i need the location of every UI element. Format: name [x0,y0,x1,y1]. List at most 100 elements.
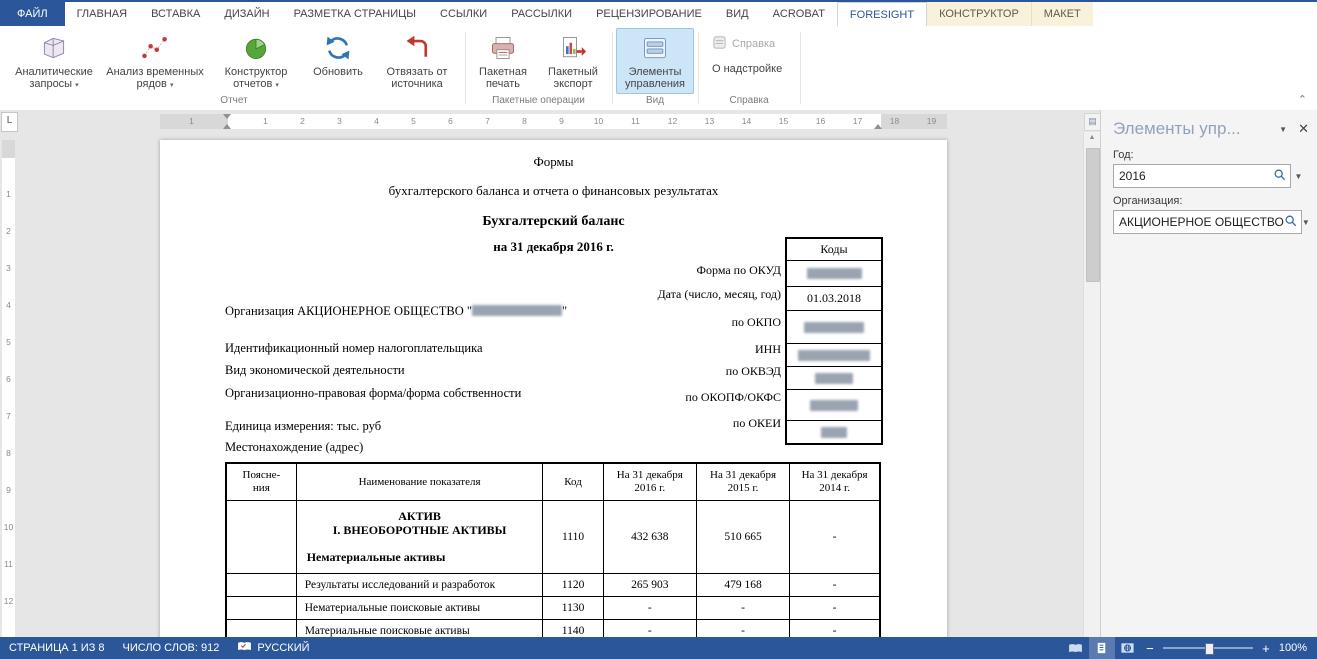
zoom-slider[interactable] [1163,647,1253,649]
collapse-ribbon-button[interactable]: ⌃ [1298,95,1307,105]
codes-value-okved [787,367,881,390]
zoom-in-button[interactable]: + [1257,641,1275,656]
tab-stop-selector[interactable]: L [1,112,18,132]
ruler-number: 1 [0,176,17,213]
pane-close-icon[interactable]: ✕ [1298,121,1309,137]
ruler-number: 12 [654,114,691,129]
dropdown-arrow-icon: ▾ [75,82,79,89]
unlink-source-icon [403,33,431,63]
ruler-number: 16 [802,114,839,129]
analytic-queries-icon [40,33,68,63]
redacted-value [798,350,870,361]
ruler-number: 6 [0,361,17,398]
tab-page-layout[interactable]: РАЗМЕТКА СТРАНИЦЫ [282,2,428,26]
codes-value-inn [787,344,881,367]
vertical-ruler: 123456789101112 [0,132,17,637]
org-combobox[interactable]: АКЦИОНЕРНОЕ ОБЩЕСТВО [1113,210,1302,234]
ruler-number: 7 [0,398,17,435]
dropdown-arrow-icon: ▾ [170,82,174,89]
search-icon[interactable] [1284,214,1298,231]
ribbon-group-view: Элементы управления Вид [612,26,698,110]
tab-foresight[interactable]: FORESIGHT [837,2,927,26]
read-mode-button[interactable] [1063,637,1089,659]
table-row: Материальные поисковые активы 1140 - - - [226,620,880,638]
controls-pane-label: Элементы управления [625,66,685,90]
zoom-percent[interactable]: 100% [1275,642,1317,654]
ruler-number: 8 [0,435,17,472]
batch-export-button[interactable]: Пакетный экспорт [538,28,608,94]
analytic-queries-button[interactable]: Аналитические запросы ▾ [7,28,101,94]
tab-view[interactable]: ВИД [714,2,761,26]
zoom-out-button[interactable]: − [1141,641,1159,656]
ruler-number: 6 [432,114,469,129]
doc-line-unit: Единица измерения: тыс. руб [225,419,381,434]
codes-header: Коды [787,239,881,261]
controls-pane-button[interactable]: Элементы управления [616,28,694,94]
codes-value-okopf [787,390,881,421]
vertical-scrollbar[interactable]: ▲ [1083,132,1100,637]
doc-line-form: Организационно-правовая форма/форма собс… [225,386,521,401]
hanging-indent-marker[interactable] [223,124,231,129]
time-series-icon [141,33,169,63]
tab-design[interactable]: ДИЗАЙН [212,2,281,26]
ruler-toggle-icon[interactable]: ▤ [1084,113,1100,131]
tab-table-design[interactable]: КОНСТРУКТОР [927,2,1031,26]
year-dropdown-arrow[interactable]: ▼ [1291,165,1306,187]
refresh-label: Обновить [313,66,363,78]
first-line-indent-marker[interactable] [223,114,231,119]
document-page[interactable]: Формы бухгалтерского баланса и отчета о … [160,140,947,637]
ruler-number: 17 [839,114,876,129]
doc-line-location: Местонахождение (адрес) [225,440,363,455]
word-count[interactable]: ЧИСЛО СЛОВ: 912 [114,637,229,659]
report-builder-button[interactable]: Конструктор отчетов ▾ [209,28,303,94]
tab-home[interactable]: ГЛАВНАЯ [65,2,139,26]
org-dropdown-arrow[interactable]: ▼ [1302,211,1310,233]
tab-insert[interactable]: ВСТАВКА [139,2,212,26]
refresh-button[interactable]: Обновить [304,28,372,94]
about-addin-button[interactable]: О надстройке [706,57,788,80]
balance-table-header-row: Поясне-ния Наименование показателя Код Н… [226,463,880,501]
tab-table-layout[interactable]: МАКЕТ [1031,2,1093,26]
scroll-up-arrow[interactable]: ▲ [1084,134,1100,141]
unlink-source-button[interactable]: Отвязать от источника [373,28,461,94]
redacted-value [810,400,858,411]
zoom-slider-thumb[interactable] [1205,643,1214,655]
status-bar: СТРАНИЦА 1 ИЗ 8 ЧИСЛО СЛОВ: 912 РУССКИЙ … [0,637,1317,659]
time-series-button[interactable]: Анализ временных рядов ▾ [102,28,208,94]
ruler-number: 14 [728,114,765,129]
tab-file[interactable]: ФАЙЛ [0,2,65,26]
batch-export-icon [559,33,587,63]
table-row: Нематериальные поисковые активы 1130 - -… [226,597,880,620]
ruler-number: 3 [321,114,358,129]
search-icon[interactable] [1273,168,1287,185]
dropdown-arrow-icon: ▾ [275,82,279,89]
analytic-queries-label: Аналитические запросы [15,66,93,90]
scrollbar-thumb[interactable] [1086,148,1100,282]
batch-print-button[interactable]: Пакетная печать [469,28,537,94]
org-field-label: Организация: [1113,195,1306,207]
page-indicator[interactable]: СТРАНИЦА 1 ИЗ 8 [0,637,114,659]
year-combobox[interactable]: 2016 [1113,164,1291,188]
document-canvas: Формы бухгалтерского баланса и отчета о … [17,132,1083,637]
print-layout-button[interactable] [1089,637,1115,659]
pane-options-icon[interactable]: ▼ [1279,125,1287,134]
ruler-number: 15 [765,114,802,129]
tab-references[interactable]: ССЫЛКИ [428,2,499,26]
codes-value-okei [787,421,881,443]
tab-review[interactable]: РЕЦЕНЗИРОВАНИЕ [584,2,714,26]
header-2015: На 31 декабря2015 г. [696,463,789,501]
refresh-icon [324,33,352,63]
codes-value-okud [787,261,881,287]
web-layout-button[interactable] [1115,637,1141,659]
right-indent-marker[interactable] [874,124,882,129]
row-name: Нематериальные активы [301,550,539,565]
ruler-number: 11 [617,114,654,129]
codes-label-okud: Форма по ОКУД [697,258,781,283]
tab-mailings[interactable]: РАССЫЛКИ [499,2,584,26]
tab-acrobat[interactable]: ACROBAT [761,2,837,26]
language-indicator[interactable]: РУССКИЙ [228,637,318,659]
codes-label-okved: по ОКВЭД [726,360,781,382]
header-code: Код [543,463,603,501]
ruler-number: 13 [691,114,728,129]
ribbon-group-help: Справка О надстройке Справка [698,26,800,110]
